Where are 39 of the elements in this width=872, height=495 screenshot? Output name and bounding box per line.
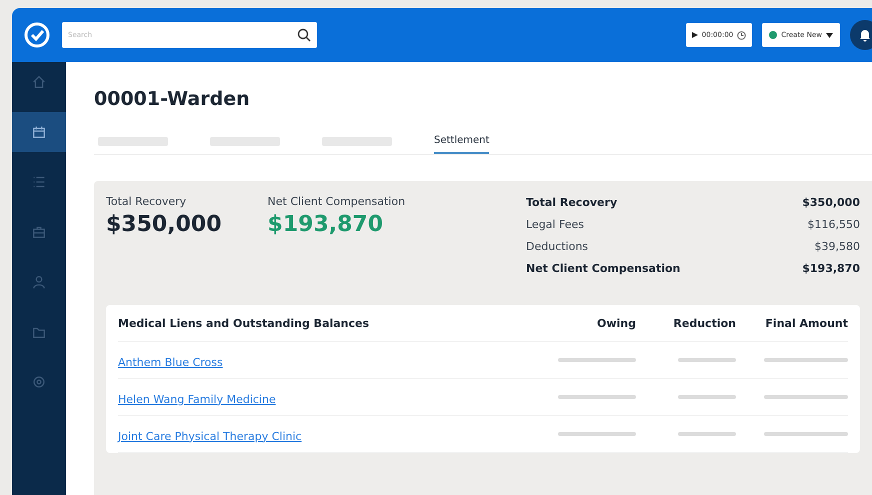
briefcase-icon [31, 224, 47, 240]
clock-icon [737, 30, 746, 40]
sidebar-item[interactable] [12, 112, 66, 152]
search-icon[interactable] [297, 28, 311, 42]
tab[interactable]: Settlement [434, 135, 490, 154]
calendar-icon [31, 124, 47, 140]
breakdown-value: $39,580 [814, 240, 860, 253]
gear-icon [31, 374, 47, 390]
breakdown-label: Net Client Compensation [526, 262, 682, 275]
placeholder-bar [678, 395, 736, 399]
breakdown-label: Deductions [526, 240, 590, 253]
placeholder-bar [678, 358, 736, 362]
breakdown-label: Total Recovery [526, 196, 618, 209]
page-title: 00001-Warden [94, 88, 251, 112]
dot-icon [769, 31, 778, 39]
breakdown-label: Legal Fees [526, 218, 585, 231]
caret-icon [826, 32, 833, 38]
lien-link[interactable]: Joint Care Physical Therapy Clinic [118, 430, 302, 442]
stat-value: $193,870 [268, 212, 384, 237]
breakdown-value: $193,870 [802, 262, 860, 275]
column-header: Final Amount [764, 316, 848, 330]
placeholder-bar [678, 432, 736, 436]
breakdown-value: $350,000 [802, 196, 860, 209]
person-icon [31, 274, 47, 290]
bell-icon [858, 28, 872, 42]
list-icon [31, 174, 47, 190]
home-icon [31, 74, 47, 90]
stat-label: Total Recovery [106, 195, 188, 208]
check-logo-icon [22, 20, 52, 50]
lien-link[interactable]: Anthem Blue Cross [118, 356, 223, 368]
play-icon [692, 32, 698, 38]
column-header: Medical Liens and Outstanding Balances [118, 316, 370, 330]
breakdown-value: $116,550 [806, 218, 860, 231]
notification-button[interactable] [850, 20, 872, 50]
column-header: Owing [596, 316, 636, 330]
lien-link[interactable]: Helen Wang Family Medicine [118, 392, 276, 406]
stat-label: Net Client Compensation [268, 195, 406, 208]
column-header: Reduction [672, 316, 736, 330]
stat-value: $350,000 [106, 212, 222, 237]
